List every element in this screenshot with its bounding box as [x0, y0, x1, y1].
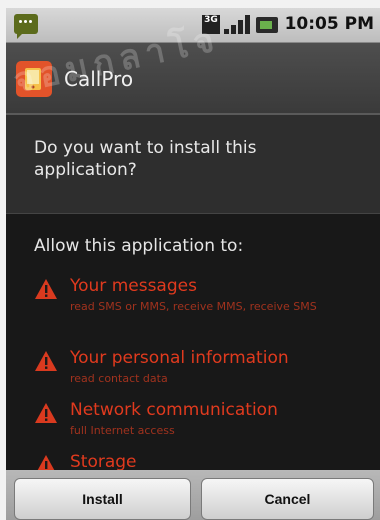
warning-icon — [35, 351, 57, 371]
permission-item[interactable]: Your personal information read contact d… — [34, 348, 364, 388]
battery-icon — [256, 17, 278, 33]
permission-title: Network communication — [70, 400, 278, 420]
cancel-button[interactable]: Cancel — [201, 478, 374, 520]
status-bar: 3G 10:05 PM — [6, 8, 380, 43]
button-bar: Install Cancel — [6, 470, 380, 520]
permission-description: full Internet access — [70, 424, 175, 437]
warning-icon — [35, 279, 57, 299]
question-text: Do you want to install this application? — [34, 138, 257, 180]
permission-title: Storage — [70, 452, 137, 472]
permission-title: Your messages — [70, 276, 197, 296]
permissions-list[interactable]: Allow this application to: Your messages… — [6, 214, 380, 475]
clock: 10:05 PM — [284, 14, 374, 34]
warning-icon — [35, 403, 57, 423]
signal-icon — [224, 15, 250, 34]
install-question: Do you want to install this application? — [6, 115, 380, 214]
permissions-header: Allow this application to: — [34, 236, 244, 256]
permission-description: read contact data — [70, 372, 168, 385]
dialog-title-bar: CallPro — [6, 43, 380, 115]
app-name: CallPro — [64, 67, 134, 91]
app-icon — [14, 59, 54, 99]
permission-item[interactable]: Network communication full Internet acce… — [34, 400, 364, 440]
3g-icon: 3G — [202, 15, 220, 34]
install-button[interactable]: Install — [14, 478, 191, 520]
permission-description: read SMS or MMS, receive MMS, receive SM… — [70, 300, 317, 313]
install-screen: 3G 10:05 PM CallPro Do you want to insta… — [6, 8, 380, 520]
permission-item[interactable]: Your messages read SMS or MMS, receive M… — [34, 276, 364, 328]
permission-title: Your personal information — [70, 348, 289, 368]
network-type-label: 3G — [204, 15, 218, 25]
notification-icon[interactable] — [14, 14, 38, 39]
